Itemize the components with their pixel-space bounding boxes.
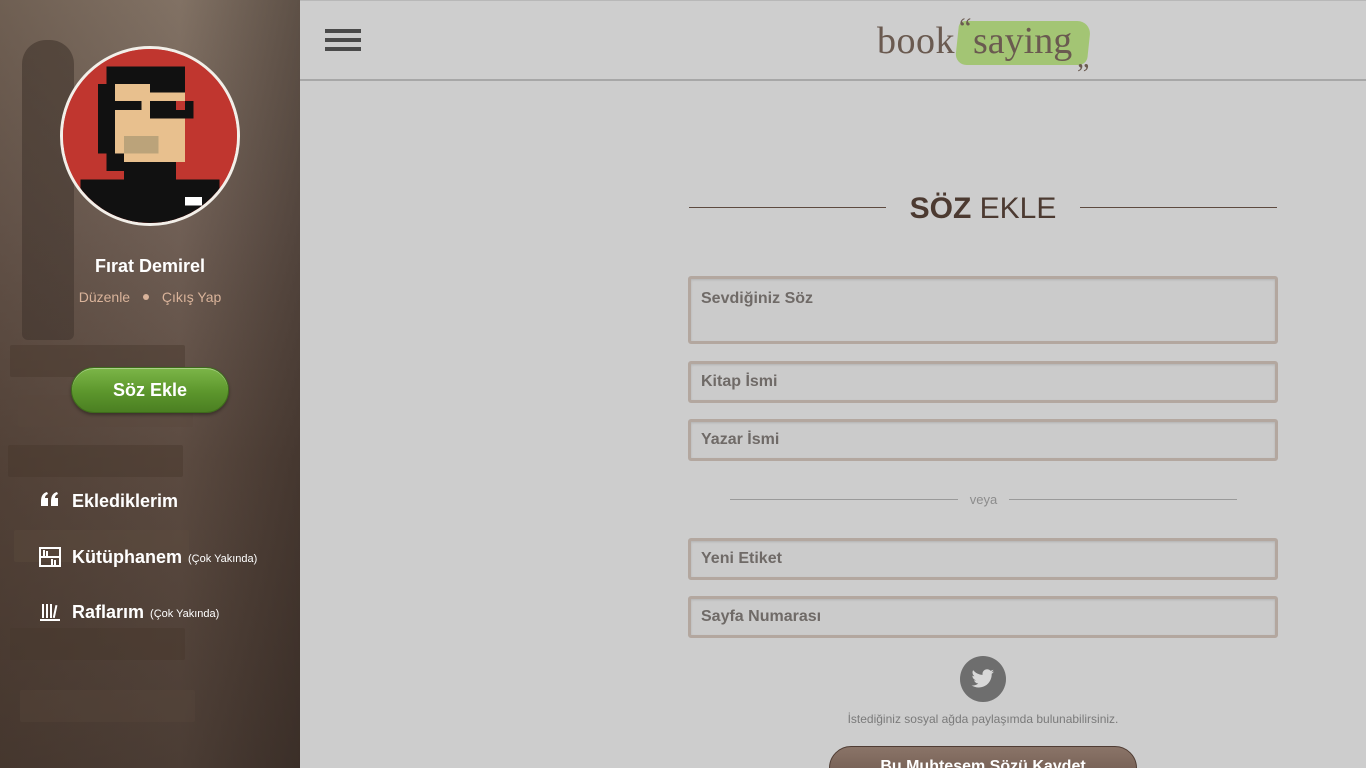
nav-item-shelves[interactable]: Raflarım (Çok Yakında) — [38, 601, 219, 623]
save-quote-button[interactable]: Bu Muhteşem Sözü Kaydet — [829, 746, 1137, 768]
background-book — [20, 690, 195, 722]
logo-text-book: book — [877, 20, 955, 62]
share-note: İstediğiniz sosyal ağda paylaşımda bulun… — [847, 712, 1119, 726]
quote-icon — [38, 490, 62, 512]
separator-dot — [142, 294, 149, 301]
nav-item-label: Eklediklerim — [72, 490, 179, 511]
avatar[interactable] — [60, 46, 240, 226]
logo-open-quote: “ — [959, 13, 972, 44]
or-divider: veya — [730, 491, 1237, 509]
nav-item-added[interactable]: Eklediklerim — [38, 490, 178, 512]
book-name-input[interactable]: Kitap İsmi — [688, 361, 1278, 403]
form-title: SÖZ EKLE — [689, 190, 1277, 226]
form-title-text: SÖZ EKLE — [909, 192, 1057, 225]
pixel-avatar-icon — [63, 49, 237, 223]
quote-textarea[interactable]: Sevdiğiniz Söz — [688, 276, 1278, 344]
nav-item-label: Raflarım — [72, 601, 145, 622]
author-name-input[interactable]: Yazar İsmi — [688, 419, 1278, 461]
page-number-input[interactable]: Sayfa Numarası — [688, 596, 1278, 638]
edit-profile-link[interactable]: Düzenle — [79, 289, 130, 305]
twitter-icon — [971, 669, 994, 688]
background-book — [10, 628, 185, 660]
nav-item-library[interactable]: Kütüphanem (Çok Yakında) — [38, 546, 257, 568]
divider-line — [1009, 499, 1237, 500]
logo-close-quote: „ — [1077, 43, 1090, 74]
library-icon — [38, 546, 62, 568]
add-quote-button[interactable]: Söz Ekle — [71, 367, 229, 413]
title-rule-right — [1080, 207, 1277, 208]
coming-soon-note: (Çok Yakında) — [150, 608, 220, 620]
user-name: Fırat Demirel — [94, 256, 206, 276]
shelves-icon — [38, 601, 62, 623]
logo-text-saying: saying — [973, 20, 1073, 62]
new-tag-input[interactable]: Yeni Etiket — [688, 538, 1278, 580]
nav-item-label: Kütüphanem — [72, 546, 182, 567]
background-book — [8, 445, 183, 477]
logout-link[interactable]: Çıkış Yap — [162, 289, 221, 305]
twitter-share-button[interactable] — [960, 656, 1006, 702]
sidebar: Fırat Demirel Düzenle Çıkış Yap Söz Ekle… — [0, 0, 300, 768]
coming-soon-note: (Çok Yakında) — [188, 553, 258, 565]
top-bar: book “ saying „ — [300, 0, 1366, 81]
menu-icon[interactable] — [325, 29, 361, 55]
user-links: Düzenle Çıkış Yap — [0, 289, 300, 305]
